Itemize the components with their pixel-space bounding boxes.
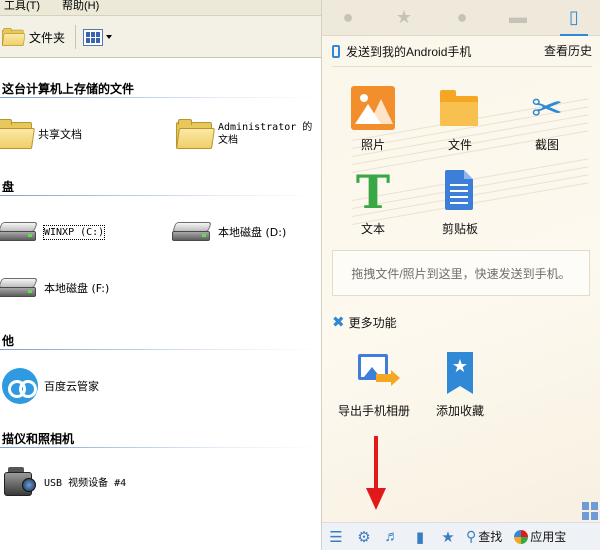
drop-zone-hint: 拖拽文件/照片到这里，快速发送到手机。 — [351, 266, 571, 281]
explorer-toolbar: 文件夹 — [0, 16, 321, 58]
item-drive-d-label: 本地磁盘 (D:) — [218, 225, 287, 239]
item-baidu-cloud[interactable]: 百度云管家 — [2, 368, 99, 404]
section-stored-files-title: 这台计算机上存储的文件 — [2, 82, 135, 96]
baidu-cloud-icon — [2, 368, 38, 404]
tile-clipboard-label: 剪贴板 — [441, 222, 478, 236]
tile-add-favorite[interactable]: ★ 添加收藏 — [425, 352, 495, 419]
folders-label: 文件夹 — [29, 30, 66, 45]
scissors-icon: ✂ — [531, 86, 563, 130]
more-features-header: ✖ 更多功能 — [332, 314, 397, 331]
item-shared-docs[interactable]: 共享文档 — [0, 118, 82, 150]
tile-export-album[interactable]: 导出手机相册 — [336, 352, 412, 419]
item-admin-docs-label: Administrator 的文档 — [218, 122, 313, 146]
volume-icon[interactable]: ♬ — [378, 523, 406, 550]
item-usb-camera[interactable]: USB 视频设备 #4 — [2, 466, 126, 500]
gear-icon[interactable]: ⚙ — [350, 523, 378, 550]
tile-text[interactable]: T 文本 — [338, 165, 408, 237]
tile-text-label: 文本 — [360, 222, 385, 236]
app-store-icon — [514, 529, 529, 544]
header-divider — [332, 66, 592, 67]
hard-drive-icon — [0, 276, 38, 300]
people-icon[interactable]: ● — [450, 6, 474, 28]
menu-icon[interactable]: ☰ — [322, 523, 350, 550]
more-features-label: 更多功能 — [348, 316, 397, 330]
item-drive-c-label: WINXP (C:) — [42, 224, 106, 240]
tile-export-album-label: 导出手机相册 — [337, 404, 410, 418]
folder-icon — [2, 27, 26, 46]
bottom-toolbar: ☰ ⚙ ♬ ▮ ★ ⚲ 查找 应用宝 — [322, 522, 600, 550]
message-icon[interactable]: ▬ — [506, 6, 530, 28]
phone-icon[interactable]: ▯ — [562, 6, 586, 28]
drop-zone[interactable]: 拖拽文件/照片到这里，快速发送到手机。 — [332, 250, 590, 296]
views-button[interactable] — [83, 26, 115, 48]
folder-icon[interactable]: ▮ — [406, 523, 434, 550]
camera-icon — [2, 466, 38, 500]
star-icon[interactable]: ★ — [392, 6, 416, 28]
tile-file-label: 文件 — [447, 138, 472, 152]
tile-screenshot-label: 截图 — [534, 138, 559, 152]
view-history-link[interactable]: 查看历史 — [544, 42, 592, 59]
item-baidu-cloud-label: 百度云管家 — [44, 379, 99, 393]
item-drive-f[interactable]: 本地磁盘 (F:) — [0, 276, 109, 300]
folders-button[interactable]: 文件夹 — [2, 24, 65, 50]
section-other-title: 他 — [2, 334, 15, 348]
send-to-phone-label: 发送到我的Android手机 — [346, 44, 472, 59]
tile-clipboard[interactable]: 剪贴板 — [425, 170, 495, 237]
item-drive-c[interactable]: WINXP (C:) — [0, 220, 106, 244]
item-drive-d[interactable]: 本地磁盘 (D:) — [172, 220, 286, 244]
tile-file[interactable]: 文件 — [425, 86, 495, 153]
folder-icon — [0, 118, 35, 150]
hard-drive-icon — [172, 220, 212, 244]
tile-add-favorite-label: 添加收藏 — [435, 404, 484, 418]
grid-icon — [580, 500, 600, 522]
search-button[interactable]: ⚲ 查找 — [466, 528, 502, 545]
phone-assistant-panel: ● ★ ● ▬ ▯ 发送到我的Android手机 查看历史 照片 文件 ✂ 截图… — [322, 0, 600, 550]
section-divider — [0, 97, 321, 98]
red-arrow-annotation — [366, 436, 386, 514]
section-scanners-cameras-title: 描仪和照相机 — [2, 432, 75, 446]
app-store-button[interactable]: 应用宝 — [514, 528, 566, 545]
item-usb-camera-label: USB 视频设备 #4 — [44, 477, 127, 489]
top-nav: ● ★ ● ▬ ▯ — [322, 0, 600, 36]
section-drives-title: 盘 — [2, 180, 15, 194]
search-icon: ⚲ — [466, 528, 477, 544]
bookmark-icon: ★ — [438, 352, 482, 396]
menu-tools[interactable]: 工具(T) — [4, 0, 40, 12]
clipboard-icon — [438, 170, 482, 214]
section-divider — [0, 447, 321, 448]
menu-help[interactable]: 帮助(H) — [62, 0, 99, 12]
section-divider — [0, 349, 321, 350]
active-tab-indicator — [560, 34, 588, 36]
section-divider — [0, 195, 321, 196]
star-add-icon[interactable]: ★ — [434, 523, 462, 550]
tile-photo-label: 照片 — [360, 138, 385, 152]
folder-icon — [176, 118, 215, 150]
tile-screenshot[interactable]: ✂ 截图 — [512, 86, 582, 153]
explorer-window: 工具(T) 帮助(H) 文件夹 这台计算机上存储的文件 共享文档 Adminis… — [0, 0, 322, 550]
tools-icon: ✖ — [332, 314, 345, 331]
folder-icon — [438, 86, 482, 130]
menu-bar: 工具(T) 帮助(H) — [0, 0, 321, 16]
item-admin-docs[interactable]: Administrator 的文档 — [176, 118, 318, 150]
chevron-down-icon — [106, 35, 112, 39]
item-shared-docs-label: 共享文档 — [38, 127, 82, 141]
photo-icon — [351, 86, 395, 130]
text-icon: T — [355, 165, 391, 219]
hard-drive-icon — [0, 220, 38, 244]
export-photos-icon — [352, 352, 400, 396]
search-label: 查找 — [478, 530, 503, 544]
item-drive-f-label: 本地磁盘 (F:) — [44, 281, 110, 295]
app-store-label: 应用宝 — [530, 530, 567, 544]
toolbar-separator — [75, 25, 76, 49]
android-phone-icon — [332, 44, 340, 58]
contact-icon[interactable]: ● — [336, 6, 360, 28]
tile-photo[interactable]: 照片 — [338, 86, 408, 153]
views-grid-icon — [83, 28, 103, 46]
